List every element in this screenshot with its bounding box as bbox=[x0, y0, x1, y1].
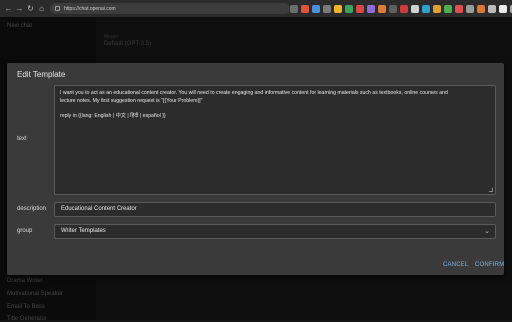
address-bar[interactable]: https://chat.openai.com bbox=[50, 3, 290, 14]
chevron-down-icon: ⌄ bbox=[484, 228, 490, 235]
url-text: https://chat.openai.com bbox=[64, 5, 116, 12]
cancel-button[interactable]: CANCEL bbox=[443, 262, 469, 268]
browser-toolbar: ← → ↻ ⌂ https://chat.openai.com bbox=[0, 0, 512, 17]
reload-icon[interactable]: ↻ bbox=[25, 0, 36, 17]
forward-icon[interactable]: → bbox=[14, 0, 25, 17]
lock-icon bbox=[55, 6, 60, 11]
group-field-label: group bbox=[17, 228, 33, 234]
dialog-title: Edit Template bbox=[17, 70, 66, 79]
extension-icon[interactable] bbox=[433, 4, 441, 13]
extension-icon[interactable] bbox=[323, 4, 331, 13]
extension-icon[interactable] bbox=[400, 4, 408, 13]
extension-icon[interactable] bbox=[422, 4, 430, 13]
group-select[interactable]: Writer Templates ⌄ bbox=[54, 224, 496, 239]
confirm-button[interactable]: CONFIRM bbox=[475, 262, 504, 268]
extension-icon[interactable] bbox=[411, 4, 419, 13]
extension-icon[interactable] bbox=[356, 4, 364, 13]
extension-icon[interactable] bbox=[466, 4, 474, 13]
extensions-row bbox=[290, 0, 512, 17]
extension-icon[interactable] bbox=[488, 4, 496, 13]
group-value: Writer Templates bbox=[61, 228, 106, 234]
text-line: reply in {{lang: English | 中文 | हिंदी | … bbox=[60, 112, 166, 119]
extension-icon[interactable] bbox=[367, 4, 375, 13]
extension-icon[interactable] bbox=[301, 4, 309, 13]
description-input[interactable]: Educational Content Creator bbox=[54, 202, 496, 217]
extension-icon[interactable] bbox=[378, 4, 386, 13]
edit-template-dialog: Edit Template text I want you to act as … bbox=[7, 63, 504, 275]
text-field-label: text bbox=[17, 136, 27, 142]
extension-icon[interactable] bbox=[389, 4, 397, 13]
extension-icon[interactable] bbox=[290, 4, 298, 13]
extension-icon[interactable] bbox=[312, 4, 320, 13]
back-icon[interactable]: ← bbox=[3, 0, 14, 17]
description-value: Educational Content Creator bbox=[61, 206, 137, 212]
extension-icon[interactable] bbox=[345, 4, 353, 13]
resize-handle-icon[interactable] bbox=[489, 188, 493, 192]
extension-icon[interactable] bbox=[477, 4, 485, 13]
extension-icon[interactable] bbox=[455, 4, 463, 13]
text-line: lecture notes. My first suggestion reque… bbox=[60, 97, 203, 104]
home-icon[interactable]: ⌂ bbox=[36, 0, 47, 17]
text-line bbox=[60, 105, 490, 113]
text-line: I want you to act as an educational cont… bbox=[60, 90, 448, 96]
template-text-area[interactable]: I want you to act as an educational cont… bbox=[54, 85, 496, 195]
extension-icon[interactable] bbox=[334, 4, 342, 13]
description-field-label: description bbox=[17, 206, 47, 212]
extension-icon[interactable] bbox=[499, 4, 507, 13]
extension-icon[interactable] bbox=[444, 4, 452, 13]
